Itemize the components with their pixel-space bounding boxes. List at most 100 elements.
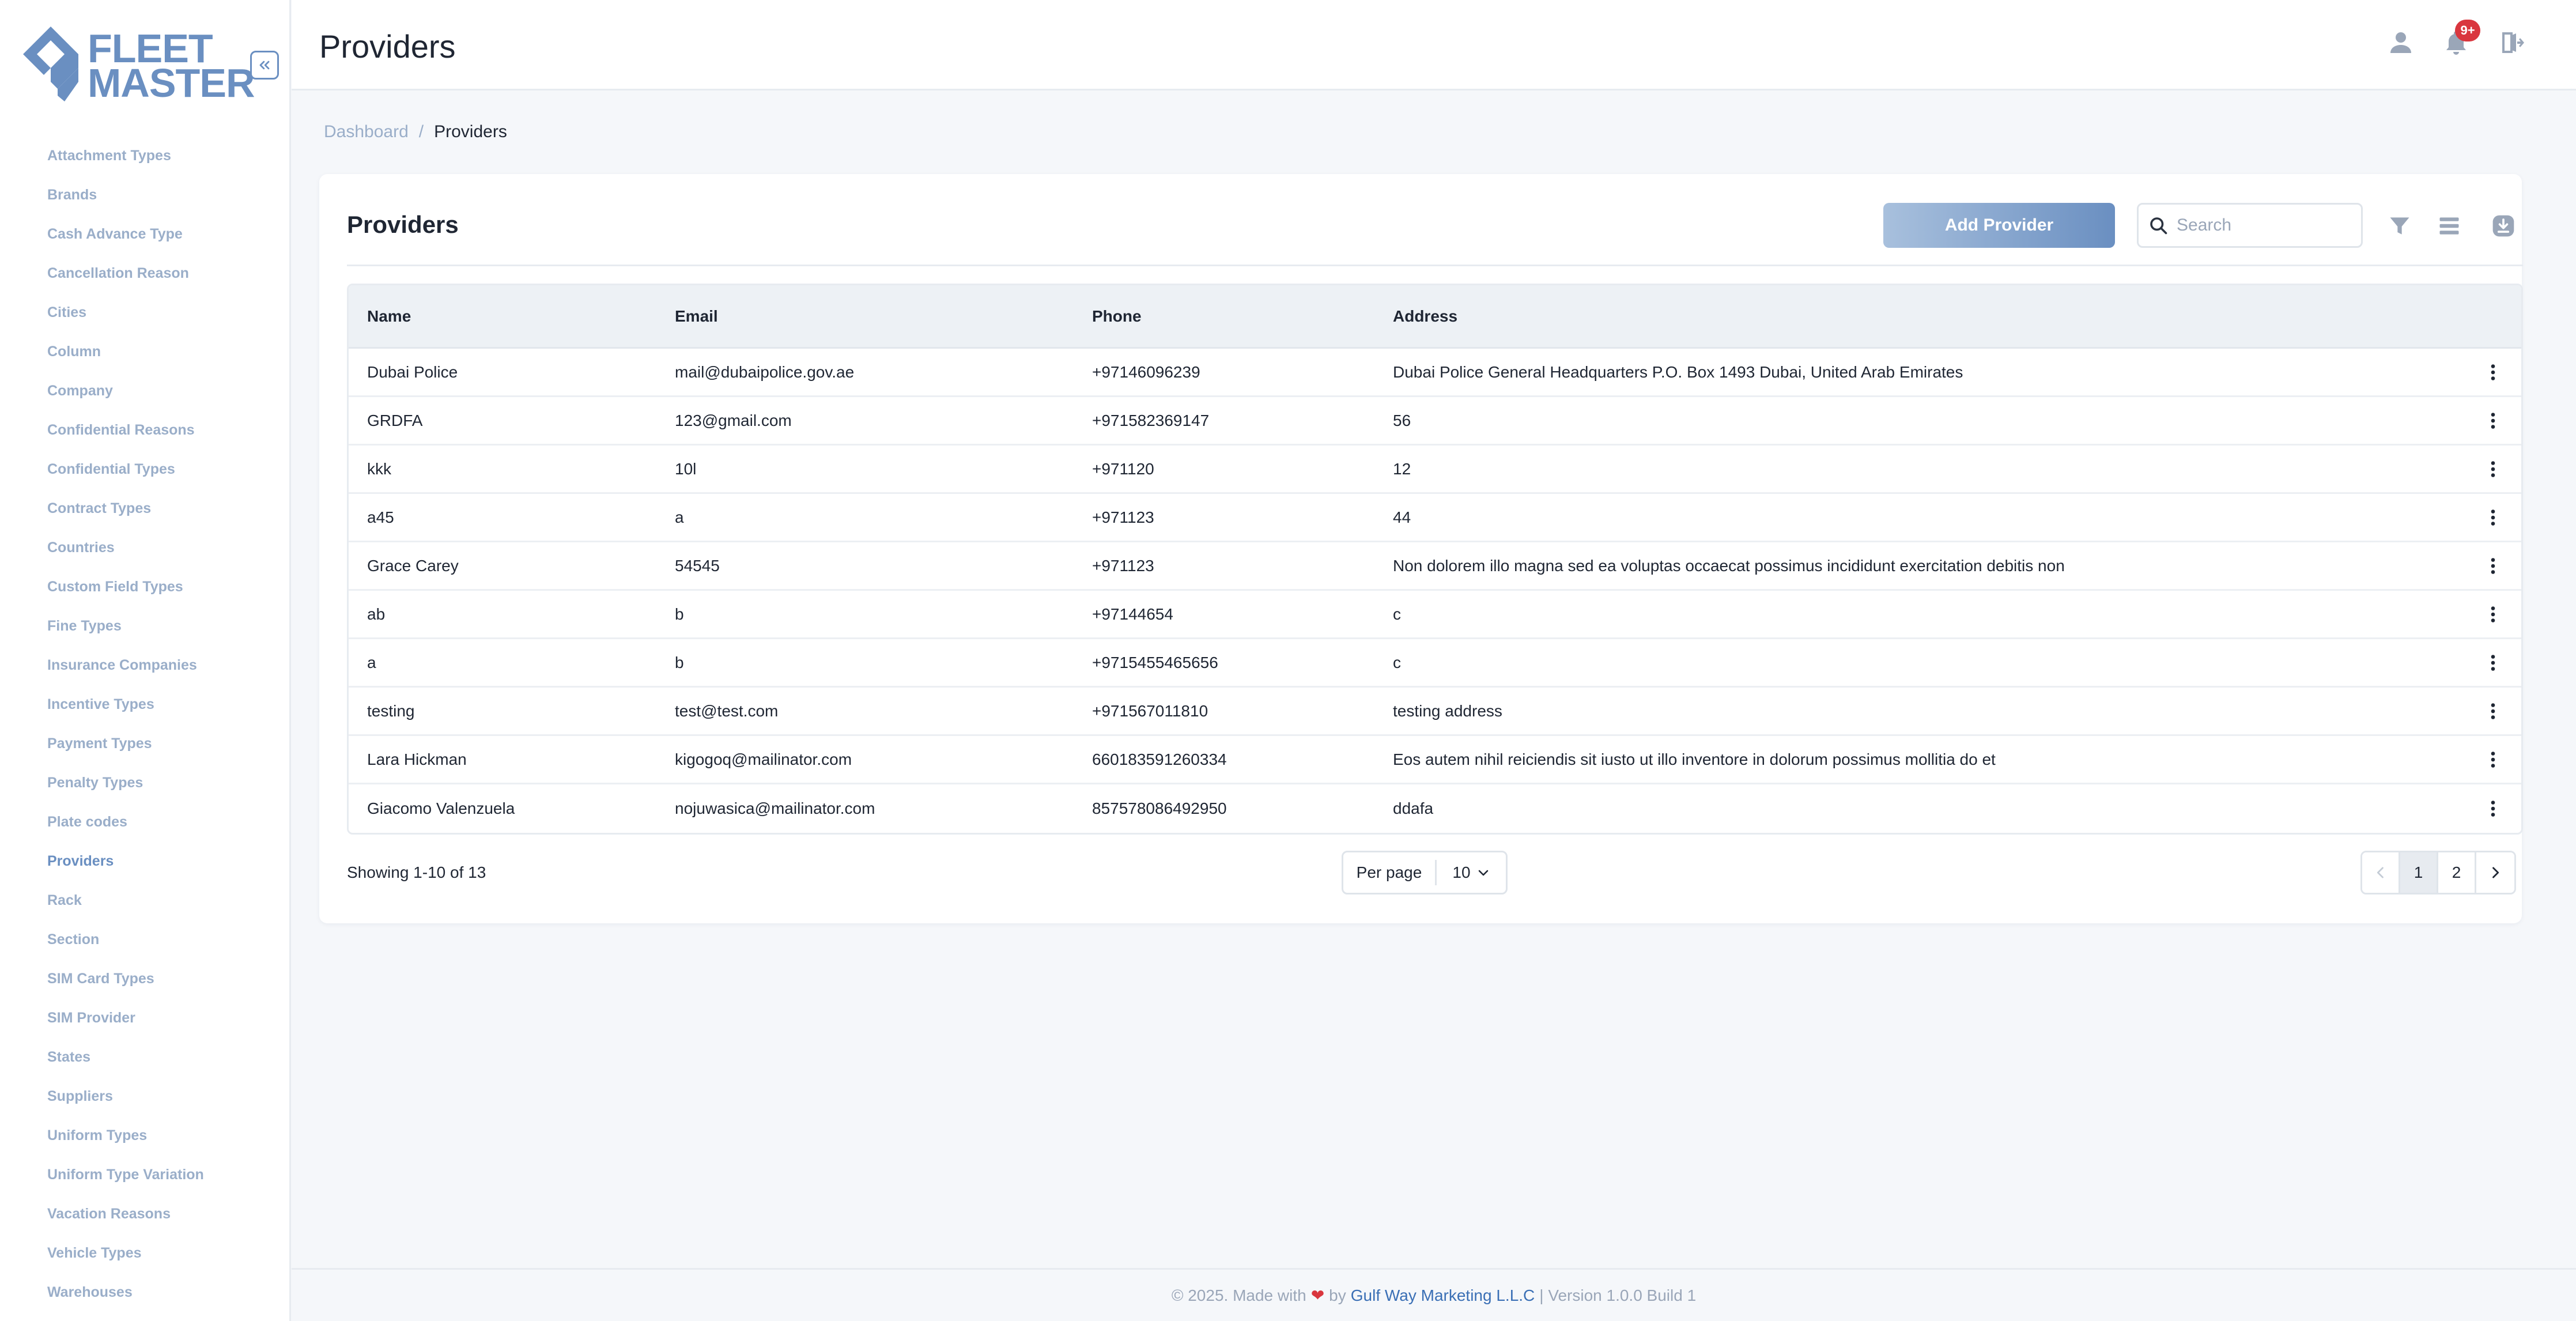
user-profile-button[interactable] bbox=[2384, 25, 2418, 60]
column-header-name[interactable]: Name bbox=[349, 307, 675, 326]
table-row[interactable]: Lara Hickman kigogoq@mailinator.com 6601… bbox=[349, 736, 2521, 784]
sidebar-nav: Attachment Types Brands Cash Advance Typ… bbox=[0, 136, 288, 1312]
cell-name: testing bbox=[367, 701, 415, 720]
sidebar-item-custom-field-types[interactable]: Custom Field Types bbox=[0, 567, 288, 606]
brand-logo[interactable]: FLEET MASTER bbox=[23, 24, 255, 105]
row-actions-button[interactable] bbox=[2481, 603, 2505, 626]
sidebar-item-company[interactable]: Company bbox=[0, 371, 288, 410]
sidebar-item-section[interactable]: Section bbox=[0, 920, 288, 959]
cell-phone: 857578086492950 bbox=[1092, 799, 1227, 817]
sidebar-item-payment-types[interactable]: Payment Types bbox=[0, 724, 288, 763]
search-box[interactable] bbox=[2137, 203, 2363, 248]
cell-phone: +971567011810 bbox=[1092, 701, 1208, 720]
table-row[interactable]: Grace Carey 54545 +971123 Non dolorem il… bbox=[349, 542, 2521, 591]
table-row[interactable]: testing test@test.com +971567011810 test… bbox=[349, 688, 2521, 736]
search-input[interactable] bbox=[2177, 216, 2350, 235]
sidebar-item-plate-codes[interactable]: Plate codes bbox=[0, 802, 288, 841]
sidebar-item-incentive-types[interactable]: Incentive Types bbox=[0, 685, 288, 724]
providers-card: Providers Add Provider Search Name Email… bbox=[319, 174, 2523, 923]
row-actions-button[interactable] bbox=[2481, 554, 2505, 578]
table-row[interactable]: GRDFA 123@gmail.com +971582369147 56 bbox=[349, 397, 2521, 446]
more-vertical-icon bbox=[2491, 703, 2495, 719]
next-page-button[interactable] bbox=[2476, 852, 2514, 893]
cell-phone: +9715455465656 bbox=[1092, 653, 1218, 671]
cell-email: test@test.com bbox=[675, 701, 779, 720]
sidebar-item-warehouses[interactable]: Warehouses bbox=[0, 1273, 288, 1312]
previous-page-button[interactable] bbox=[2362, 852, 2400, 893]
card-divider bbox=[347, 265, 2523, 266]
sidebar-item-cities[interactable]: Cities bbox=[0, 293, 288, 332]
sidebar-item-column[interactable]: Column bbox=[0, 332, 288, 371]
sidebar-item-brands[interactable]: Brands bbox=[0, 175, 288, 214]
filter-button[interactable] bbox=[2382, 209, 2417, 243]
cell-email: mail@dubaipolice.gov.ae bbox=[675, 363, 855, 381]
sidebar-item-countries[interactable]: Countries bbox=[0, 528, 288, 567]
breadcrumb-dashboard-link[interactable]: Dashboard bbox=[324, 122, 409, 142]
table-row[interactable]: Giacomo Valenzuela nojuwasica@mailinator… bbox=[349, 784, 2521, 833]
list-icon bbox=[2439, 217, 2459, 235]
sidebar-item-rack[interactable]: Rack bbox=[0, 881, 288, 920]
notifications-button[interactable]: 9+ bbox=[2439, 20, 2480, 60]
sidebar-item-contract-types[interactable]: Contract Types bbox=[0, 489, 288, 528]
column-header-email[interactable]: Email bbox=[675, 307, 1092, 326]
sidebar-item-fine-types[interactable]: Fine Types bbox=[0, 606, 288, 646]
table-row[interactable]: ab b +97144654 c bbox=[349, 591, 2521, 639]
row-actions-button[interactable] bbox=[2481, 651, 2505, 674]
sidebar-item-sim-card-types[interactable]: SIM Card Types bbox=[0, 959, 288, 998]
sidebar-item-states[interactable]: States bbox=[0, 1037, 288, 1077]
sidebar-item-confidential-types[interactable]: Confidential Types bbox=[0, 450, 288, 489]
results-count: Showing 1-10 of 13 bbox=[347, 863, 486, 881]
sidebar: FLEET MASTER Attachment Types Brands Cas… bbox=[0, 0, 291, 1321]
row-actions-button[interactable] bbox=[2481, 361, 2505, 384]
table-row[interactable]: Dubai Police mail@dubaipolice.gov.ae +97… bbox=[349, 349, 2521, 397]
sidebar-item-uniform-type-variation[interactable]: Uniform Type Variation bbox=[0, 1155, 288, 1194]
row-actions-button[interactable] bbox=[2481, 748, 2505, 771]
cell-name: Dubai Police bbox=[367, 363, 458, 381]
cell-email: 123@gmail.com bbox=[675, 411, 792, 429]
row-actions-button[interactable] bbox=[2481, 409, 2505, 432]
row-actions-button[interactable] bbox=[2481, 797, 2505, 820]
more-vertical-icon bbox=[2491, 557, 2495, 574]
download-button[interactable] bbox=[2486, 209, 2521, 243]
chevron-left-icon bbox=[2377, 867, 2384, 878]
sidebar-item-uniform-types[interactable]: Uniform Types bbox=[0, 1116, 288, 1155]
table-row[interactable]: a b +9715455465656 c bbox=[349, 639, 2521, 688]
sidebar-item-confidential-reasons[interactable]: Confidential Reasons bbox=[0, 410, 288, 450]
chevron-right-icon bbox=[2492, 867, 2499, 878]
filter-icon bbox=[2390, 217, 2409, 235]
table-row[interactable]: kkk 10l +971120 12 bbox=[349, 446, 2521, 494]
sidebar-item-cash-advance-type[interactable]: Cash Advance Type bbox=[0, 214, 288, 254]
per-page-select[interactable]: 10 bbox=[1437, 863, 1506, 882]
sidebar-item-suppliers[interactable]: Suppliers bbox=[0, 1077, 288, 1116]
cell-email: b bbox=[675, 605, 684, 623]
add-provider-button[interactable]: Add Provider bbox=[1883, 203, 2115, 248]
sidebar-item-providers[interactable]: Providers bbox=[0, 841, 288, 881]
column-header-address[interactable]: Address bbox=[1393, 307, 2465, 326]
sidebar-item-penalty-types[interactable]: Penalty Types bbox=[0, 763, 288, 802]
footer-company-link[interactable]: Gulf Way Marketing L.L.C bbox=[1351, 1286, 1535, 1305]
cell-address: c bbox=[1393, 605, 1401, 623]
row-actions-button[interactable] bbox=[2481, 506, 2505, 529]
sidebar-item-sim-provider[interactable]: SIM Provider bbox=[0, 998, 288, 1037]
per-page-value: 10 bbox=[1452, 863, 1471, 881]
cell-name: kkk bbox=[367, 459, 391, 478]
table-row[interactable]: a45 a +971123 44 bbox=[349, 494, 2521, 542]
more-vertical-icon bbox=[2491, 509, 2495, 526]
page-button-1[interactable]: 1 bbox=[2400, 852, 2438, 893]
columns-button[interactable] bbox=[2432, 209, 2467, 243]
logout-button[interactable] bbox=[2494, 25, 2529, 60]
logo-mark-icon bbox=[23, 27, 78, 101]
sidebar-collapse-button[interactable] bbox=[250, 51, 279, 80]
sidebar-item-cancellation-reason[interactable]: Cancellation Reason bbox=[0, 254, 288, 293]
pagination: 1 2 bbox=[2360, 851, 2516, 894]
more-vertical-icon bbox=[2491, 606, 2495, 622]
sidebar-item-vacation-reasons[interactable]: Vacation Reasons bbox=[0, 1194, 288, 1233]
sidebar-item-attachment-types[interactable]: Attachment Types bbox=[0, 136, 288, 175]
column-header-phone[interactable]: Phone bbox=[1092, 307, 1393, 326]
sidebar-item-vehicle-types[interactable]: Vehicle Types bbox=[0, 1233, 288, 1273]
row-actions-button[interactable] bbox=[2481, 700, 2505, 723]
cell-address: Dubai Police General Headquarters P.O. B… bbox=[1393, 363, 1963, 381]
row-actions-button[interactable] bbox=[2481, 458, 2505, 481]
page-button-2[interactable]: 2 bbox=[2438, 852, 2476, 893]
sidebar-item-insurance-companies[interactable]: Insurance Companies bbox=[0, 646, 288, 685]
